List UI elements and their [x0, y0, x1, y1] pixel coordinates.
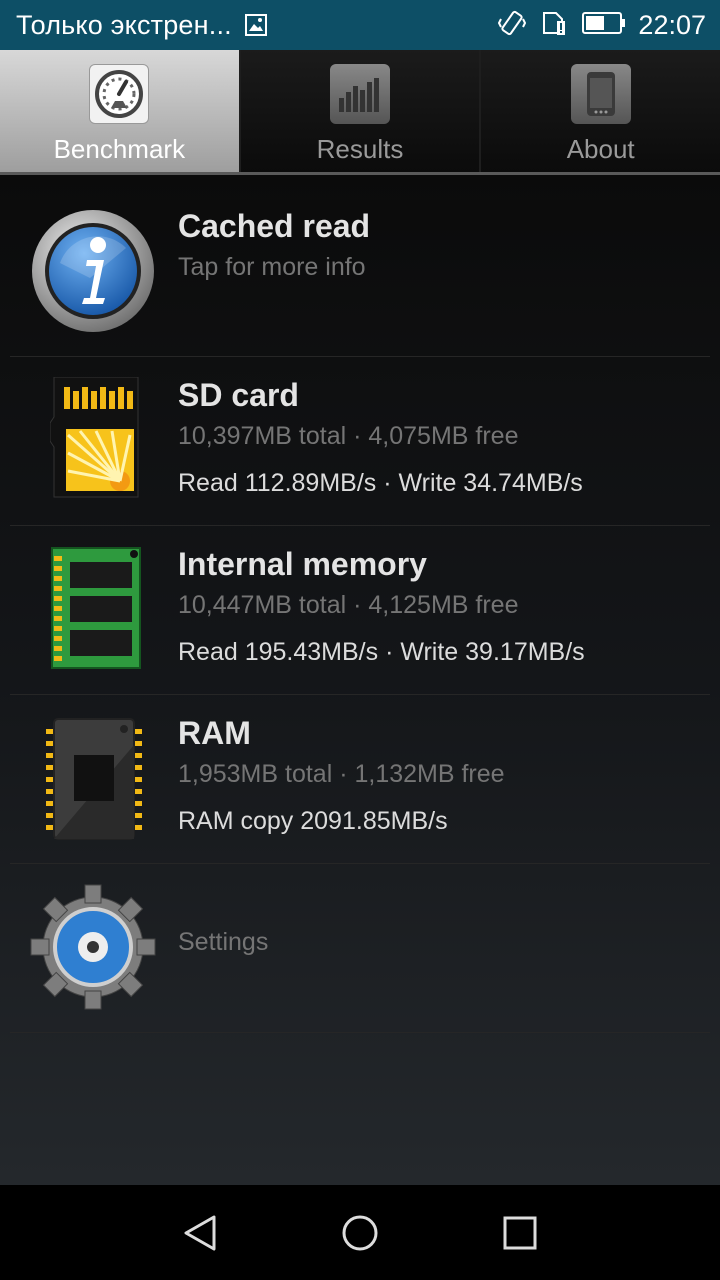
ram-chip-icon: [44, 715, 170, 841]
image-icon: [244, 13, 268, 37]
sim-alert-icon: [540, 9, 568, 42]
battery-icon: [582, 11, 626, 40]
item-subtitle: Tap for more info: [178, 253, 366, 281]
back-icon[interactable]: [170, 1203, 230, 1263]
home-icon[interactable]: [330, 1203, 390, 1263]
item-title: SD card: [178, 377, 299, 413]
item-title: Cached read: [178, 208, 371, 244]
item-subtitle: 1,953MB total · 1,132MB free: [178, 760, 505, 788]
list-item-settings[interactable]: Settings: [10, 864, 710, 1033]
item-subtitle: 10,397MB total · 4,075MB free: [178, 422, 519, 450]
sd-card-icon: [49, 376, 176, 503]
benchmark-list: Cached read Tap for more info SD card 10…: [0, 175, 720, 1185]
tab-label: Results: [316, 134, 404, 164]
phone-icon: [570, 64, 631, 124]
info-icon: [30, 208, 156, 334]
tab-about[interactable]: About: [481, 50, 720, 172]
item-title: Internal memory: [178, 546, 427, 582]
recents-icon[interactable]: [490, 1203, 550, 1263]
tab-results[interactable]: Results: [240, 50, 482, 172]
tab-bar: Benchmark Results About: [0, 50, 720, 175]
speedometer-icon: [89, 64, 150, 124]
list-item-ram[interactable]: RAM 1,953MB total · 1,132MB free RAM cop…: [10, 695, 710, 864]
tab-benchmark[interactable]: Benchmark: [0, 50, 241, 172]
bar-chart-icon: [330, 64, 390, 124]
tab-label: About: [566, 134, 635, 164]
tab-label: Benchmark: [53, 134, 186, 164]
memory-chip-icon: [50, 546, 176, 672]
item-speed: RAM copy 2091.85MB/s: [178, 807, 448, 835]
list-item-sd-card[interactable]: SD card 10,397MB total · 4,075MB free Re…: [10, 357, 710, 526]
list-item-internal-memory[interactable]: Internal memory 10,447MB total · 4,125MB…: [10, 526, 710, 695]
clock: 22:07: [638, 9, 706, 40]
status-bar: Только экстрен... 22:07: [0, 0, 720, 50]
gear-icon: [30, 884, 156, 1010]
item-speed: Read 195.43MB/s · Write 39.17MB/s: [178, 638, 585, 666]
item-title: Settings: [178, 928, 269, 956]
carrier-text: Только экстрен...: [16, 9, 232, 40]
item-speed: Read 112.89MB/s · Write 34.74MB/s: [178, 469, 583, 497]
vibrate-icon: [498, 9, 527, 42]
navigation-bar: [0, 1185, 720, 1280]
item-title: RAM: [178, 715, 251, 751]
list-item-cached-read[interactable]: Cached read Tap for more info: [10, 175, 710, 357]
item-subtitle: 10,447MB total · 4,125MB free: [178, 591, 519, 619]
